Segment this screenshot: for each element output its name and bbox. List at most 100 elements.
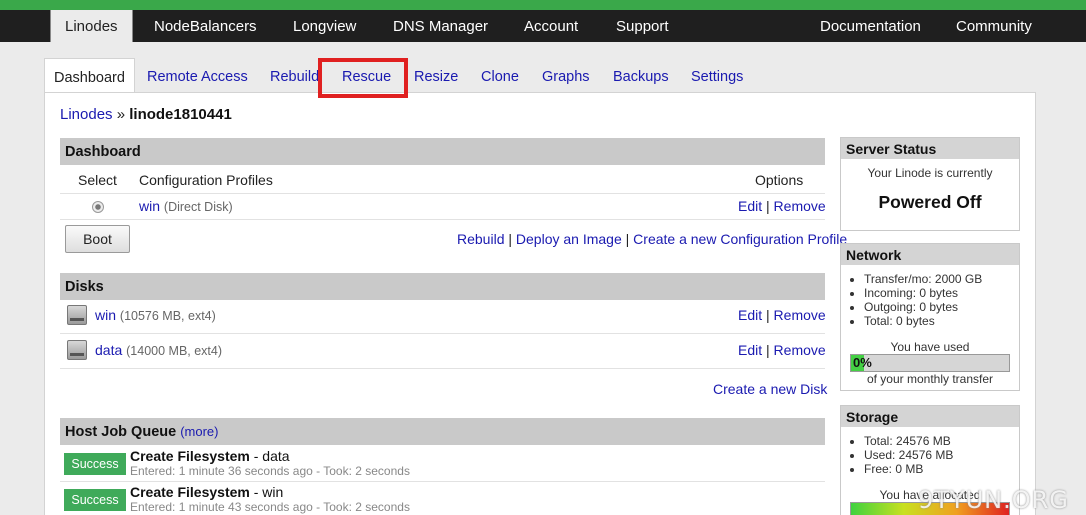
tab-backups[interactable]: Backups [604, 58, 678, 92]
network-transfer-label: of your monthly transfer [866, 372, 994, 386]
network-stat: Outgoing: 0 bytes [864, 300, 1019, 314]
nav-linodes[interactable]: Linodes [50, 10, 133, 42]
breadcrumb-current: linode1810441 [129, 106, 232, 123]
disk-name-link[interactable]: data [95, 342, 122, 358]
profile-detail: (Direct Disk) [163, 200, 233, 214]
network-stat: Transfer/mo: 2000 GB [864, 272, 1019, 286]
disk-edit-link[interactable]: Edit [738, 307, 762, 323]
create-disk-link[interactable]: Create a new Disk [713, 381, 827, 397]
tab-dashboard[interactable]: Dashboard [44, 58, 135, 92]
nav-documentation[interactable]: Documentation [806, 10, 935, 42]
breadcrumb: Linodes » linode1810441 [60, 106, 232, 123]
disk-name-link[interactable]: win [95, 307, 116, 323]
status-badge: Success [64, 453, 126, 475]
nav-longview[interactable]: Longview [279, 10, 370, 42]
breadcrumb-separator: » [116, 106, 126, 123]
storage-stats: Total: 24576 MB Used: 24576 MB Free: 0 M… [841, 434, 1019, 476]
disk-icon [67, 305, 87, 325]
disk-entry: data (14000 MB, ext4) [95, 342, 222, 358]
actions-separator: | [625, 231, 630, 247]
row-divider [60, 481, 825, 482]
tab-graphs[interactable]: Graphs [533, 58, 599, 92]
row-divider [60, 193, 825, 194]
job-entered: Entered: 1 minute 36 seconds ago - Took:… [130, 464, 410, 478]
deploy-image-link[interactable]: Deploy an Image [516, 231, 622, 247]
rebuild-link[interactable]: Rebuild [457, 231, 504, 247]
job-title: Create Filesystem - win [130, 484, 283, 500]
rescue-tab-highlight [318, 58, 408, 98]
disk-icon [67, 340, 87, 360]
storage-stat: Free: 0 MB [864, 462, 1019, 476]
disk-detail: (14000 MB, ext4) [126, 344, 223, 358]
profile-edit-link[interactable]: Edit [738, 198, 762, 214]
row-divider [60, 333, 825, 334]
disk-remove-link[interactable]: Remove [774, 342, 826, 358]
job-target: - data [249, 448, 290, 464]
profile-radio[interactable] [92, 201, 104, 213]
network-used-label: You have used [890, 340, 970, 354]
server-status-line: Your Linode is currently [867, 166, 993, 180]
top-accent-bar [0, 0, 1086, 10]
storage-stat: Total: 24576 MB [864, 434, 1019, 448]
network-stats: Transfer/mo: 2000 GB Incoming: 0 bytes O… [841, 272, 1019, 328]
nav-community[interactable]: Community [942, 10, 1046, 42]
breadcrumb-linodes[interactable]: Linodes [60, 106, 113, 123]
disk-entry: win (10576 MB, ext4) [95, 307, 216, 323]
job-queue-more-link[interactable]: (more) [180, 424, 218, 439]
transfer-usage-bar: 0% [850, 354, 1010, 372]
server-status-box: Server Status Your Linode is currently P… [840, 137, 1020, 231]
top-nav: Linodes NodeBalancers Longview DNS Manag… [0, 10, 1086, 42]
profile-entry: win (Direct Disk) [139, 198, 233, 214]
options-separator: | [766, 198, 770, 214]
profile-remove-link[interactable]: Remove [774, 198, 826, 214]
storage-heading: Storage [841, 406, 1019, 427]
tab-settings[interactable]: Settings [682, 58, 752, 92]
job-title: Create Filesystem - data [130, 448, 290, 464]
nav-support[interactable]: Support [602, 10, 683, 42]
network-stat: Incoming: 0 bytes [864, 286, 1019, 300]
job-queue-heading: Host Job Queue (more) [60, 418, 825, 445]
disk-options: Edit | Remove [738, 342, 826, 358]
tab-clone[interactable]: Clone [472, 58, 528, 92]
profile-name-link[interactable]: win [139, 198, 160, 214]
disk-edit-link[interactable]: Edit [738, 342, 762, 358]
row-divider [60, 219, 825, 220]
server-status-heading: Server Status [841, 138, 1019, 159]
nav-nodebalancers[interactable]: NodeBalancers [140, 10, 271, 42]
tab-remote-access[interactable]: Remote Access [138, 58, 257, 92]
tab-resize[interactable]: Resize [405, 58, 467, 92]
job-name: Create Filesystem [130, 448, 250, 464]
create-profile-link[interactable]: Create a new Configuration Profile [633, 231, 847, 247]
col-select: Select [78, 172, 117, 188]
options-separator: | [766, 342, 770, 358]
nav-dns-manager[interactable]: DNS Manager [379, 10, 502, 42]
disk-options: Edit | Remove [738, 307, 826, 323]
row-divider [60, 368, 825, 369]
network-box: Network Transfer/mo: 2000 GB Incoming: 0… [840, 243, 1020, 391]
job-entered: Entered: 1 minute 43 seconds ago - Took:… [130, 500, 410, 514]
server-state: Powered Off [878, 192, 982, 212]
disks-heading: Disks [60, 273, 825, 300]
col-profiles: Configuration Profiles [139, 172, 273, 188]
status-badge: Success [64, 489, 126, 511]
job-target: - win [249, 484, 284, 500]
job-queue-title: Host Job Queue [65, 424, 177, 440]
disk-detail: (10576 MB, ext4) [119, 309, 216, 323]
create-disk-row: Create a new Disk [713, 381, 827, 397]
col-options: Options [755, 172, 804, 188]
network-heading: Network [841, 244, 1019, 265]
network-stat: Total: 0 bytes [864, 314, 1019, 328]
boot-button[interactable]: Boot [65, 225, 130, 253]
transfer-percent: 0% [853, 355, 872, 370]
actions-separator: | [508, 231, 513, 247]
storage-stat: Used: 24576 MB [864, 448, 1019, 462]
job-name: Create Filesystem [130, 484, 250, 500]
nav-account[interactable]: Account [510, 10, 592, 42]
watermark: 9TYUN.ORG [918, 486, 1069, 514]
linode-tabs: Dashboard Remote Access Rebuild Rescue R… [0, 58, 1086, 92]
options-separator: | [766, 307, 770, 323]
dashboard-heading: Dashboard [60, 138, 825, 165]
profile-options: Edit | Remove [738, 198, 826, 214]
dashboard-actions: Rebuild | Deploy an Image | Create a new… [457, 231, 847, 247]
disk-remove-link[interactable]: Remove [774, 307, 826, 323]
